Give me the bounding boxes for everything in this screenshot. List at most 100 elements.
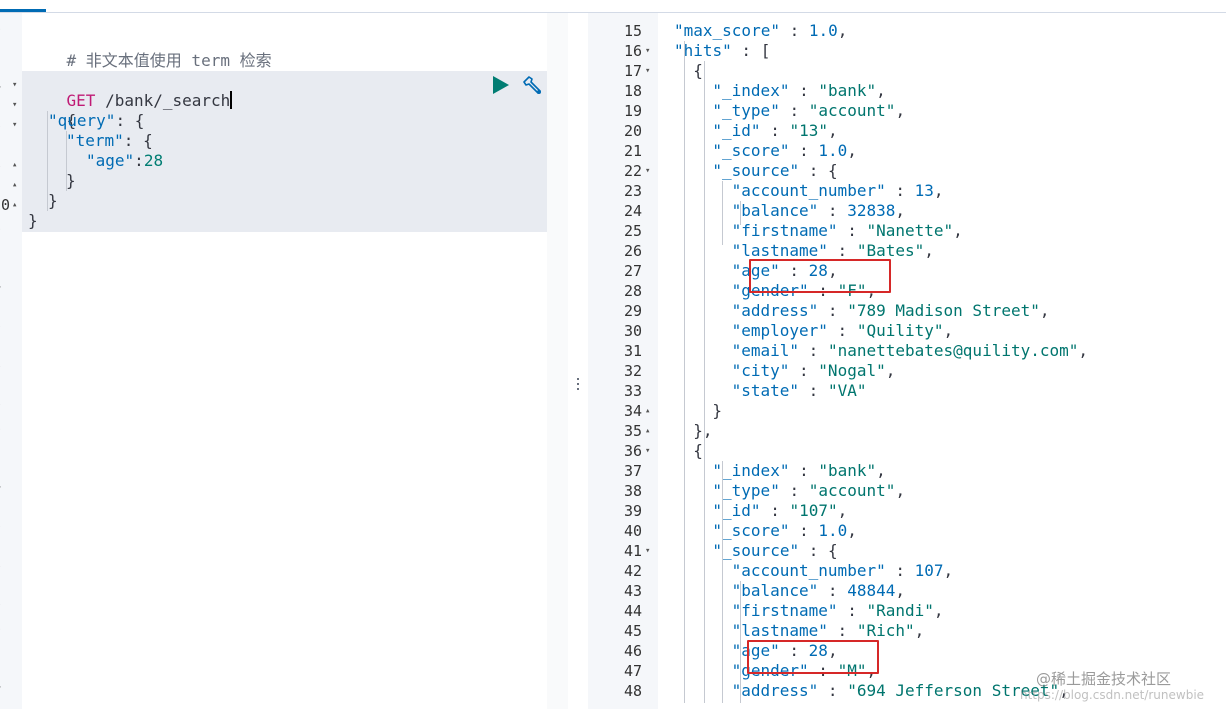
fold-down-icon[interactable]: ▾ — [645, 161, 650, 181]
json-key: "account_number" — [731, 561, 886, 580]
json-punctuation: : — [779, 481, 809, 500]
response-line: { — [693, 441, 703, 461]
line-number: 7 — [0, 535, 20, 555]
fold-up-icon[interactable]: ▴ — [645, 401, 650, 421]
fold-down-icon[interactable]: ▾ — [645, 441, 650, 461]
body-line-close: } — [28, 211, 38, 231]
line-number: 48 — [623, 682, 642, 700]
json-key: "email" — [731, 341, 800, 360]
json-key: "_id" — [712, 501, 761, 520]
response-line: "lastname" : "Bates", — [732, 241, 934, 261]
pane-divider[interactable] — [568, 13, 588, 709]
json-key: "balance" — [731, 201, 819, 220]
line-number: 6 — [0, 315, 20, 335]
response-line: }, — [693, 421, 712, 441]
line-number: 7 — [0, 135, 20, 155]
response-line: "balance" : 32838, — [732, 201, 905, 221]
response-line: } — [712, 401, 722, 421]
json-punctuation: , — [847, 521, 857, 540]
line-number: 21 — [623, 142, 642, 160]
line-number: 0 — [0, 395, 20, 415]
body-line-query: "query": { — [48, 111, 145, 130]
fold-down-icon[interactable]: ▾ — [12, 115, 17, 135]
line-number: 44 — [623, 602, 642, 620]
response-line: "balance" : 48844, — [732, 581, 905, 601]
request-editor[interactable]: 01234▾5▾6▾78▴9▴10▴1234567890123456789012… — [0, 13, 568, 709]
response-line: "employer" : "Quility", — [732, 321, 954, 341]
line-number: 35 — [623, 422, 642, 440]
line-number: 42 — [623, 562, 642, 580]
indent-guide — [684, 41, 685, 703]
json-key: "_index" — [712, 461, 790, 480]
response-line: "lastname" : "Rich", — [732, 621, 925, 641]
run-icon[interactable] — [492, 76, 510, 94]
line-number: 7 — [0, 335, 20, 355]
json-string: "account" — [808, 101, 896, 120]
fold-down-icon[interactable]: ▾ — [645, 41, 650, 61]
fold-down-icon[interactable]: ▾ — [645, 61, 650, 81]
close-brace-term: } — [66, 171, 76, 190]
json-string: "789 Madison Street" — [847, 301, 1040, 320]
json-key: "_type" — [712, 101, 780, 120]
indent-guide — [66, 131, 67, 191]
json-punctuation: : { — [799, 541, 838, 560]
fold-up-icon[interactable]: ▴ — [12, 175, 17, 195]
line-number: 45 — [623, 622, 642, 640]
json-punctuation: , — [1078, 341, 1089, 360]
json-key: "_id" — [712, 121, 761, 140]
json-punctuation: , — [953, 221, 963, 240]
line-number: 27 — [623, 262, 642, 280]
json-punctuation: : — [799, 341, 828, 360]
json-punctuation: : — [779, 21, 809, 40]
response-line: "_score" : 1.0, — [712, 141, 857, 161]
json-punctuation: : — [827, 321, 857, 340]
fold-down-icon[interactable]: ▾ — [12, 95, 17, 115]
wrench-icon[interactable] — [523, 76, 543, 96]
json-string: "Bates" — [856, 241, 925, 260]
line-number: 43 — [623, 582, 642, 600]
json-string: "Rich" — [856, 621, 915, 640]
line-number: 37 — [623, 462, 642, 480]
watermark-url: https://blog.csdn.net/runewbie — [1020, 688, 1205, 702]
json-key: "address" — [731, 681, 819, 700]
json-punctuation: , — [837, 501, 848, 520]
age-key: "age" — [86, 151, 135, 170]
body-line-term: "term": { — [66, 131, 153, 150]
line-number: 2 — [0, 635, 20, 655]
json-punctuation: : — [789, 141, 819, 160]
fold-down-icon[interactable]: ▾ — [12, 75, 17, 95]
fold-up-icon[interactable]: ▴ — [12, 155, 17, 175]
fold-up-icon[interactable]: ▴ — [12, 195, 17, 215]
line-number: 1 — [0, 215, 20, 235]
comment-text: # 非文本值使用 term 检索 — [66, 51, 272, 70]
json-key: "firstname" — [731, 601, 838, 620]
json-number: 13 — [914, 181, 934, 200]
line-number: 36 — [623, 442, 642, 460]
resize-handle-icon[interactable] — [577, 378, 579, 392]
json-key: "account_number" — [731, 181, 886, 200]
json-string: "Randi" — [866, 601, 934, 620]
json-punctuation: : — [760, 501, 790, 520]
fold-down-icon[interactable]: ▾ — [645, 541, 650, 561]
response-line: "_type" : "account", — [712, 481, 905, 501]
request-scrollbar[interactable] — [547, 13, 568, 709]
json-punctuation: , — [924, 241, 934, 260]
fold-up-icon[interactable]: ▴ — [645, 421, 650, 441]
json-punctuation: : — [818, 581, 848, 600]
top-tab-bar — [0, 0, 1226, 13]
response-line: "hits" : [ — [674, 41, 770, 61]
json-punctuation: , — [1039, 301, 1050, 320]
response-line: "_id" : "13", — [712, 121, 837, 141]
highlight-box-age-second — [747, 640, 879, 674]
json-key: "hits" — [674, 41, 732, 60]
json-punctuation: , — [933, 601, 944, 620]
line-number: 16 — [623, 42, 642, 60]
json-punctuation: : — [779, 101, 809, 120]
response-line: "address" : "694 Jefferson Street", — [732, 681, 1069, 701]
json-key: "lastname" — [731, 621, 828, 640]
response-viewer[interactable]: 15 16 ▾ 17 ▾ 18 19 20 21 22 ▾ 23 24 25 26 27 28 29 30 31 32 3… — [588, 13, 1226, 709]
line-number: 46 — [623, 642, 642, 660]
json-number: 48844 — [847, 581, 896, 600]
json-string: "Nanette" — [866, 221, 954, 240]
json-punctuation: , — [885, 361, 896, 380]
